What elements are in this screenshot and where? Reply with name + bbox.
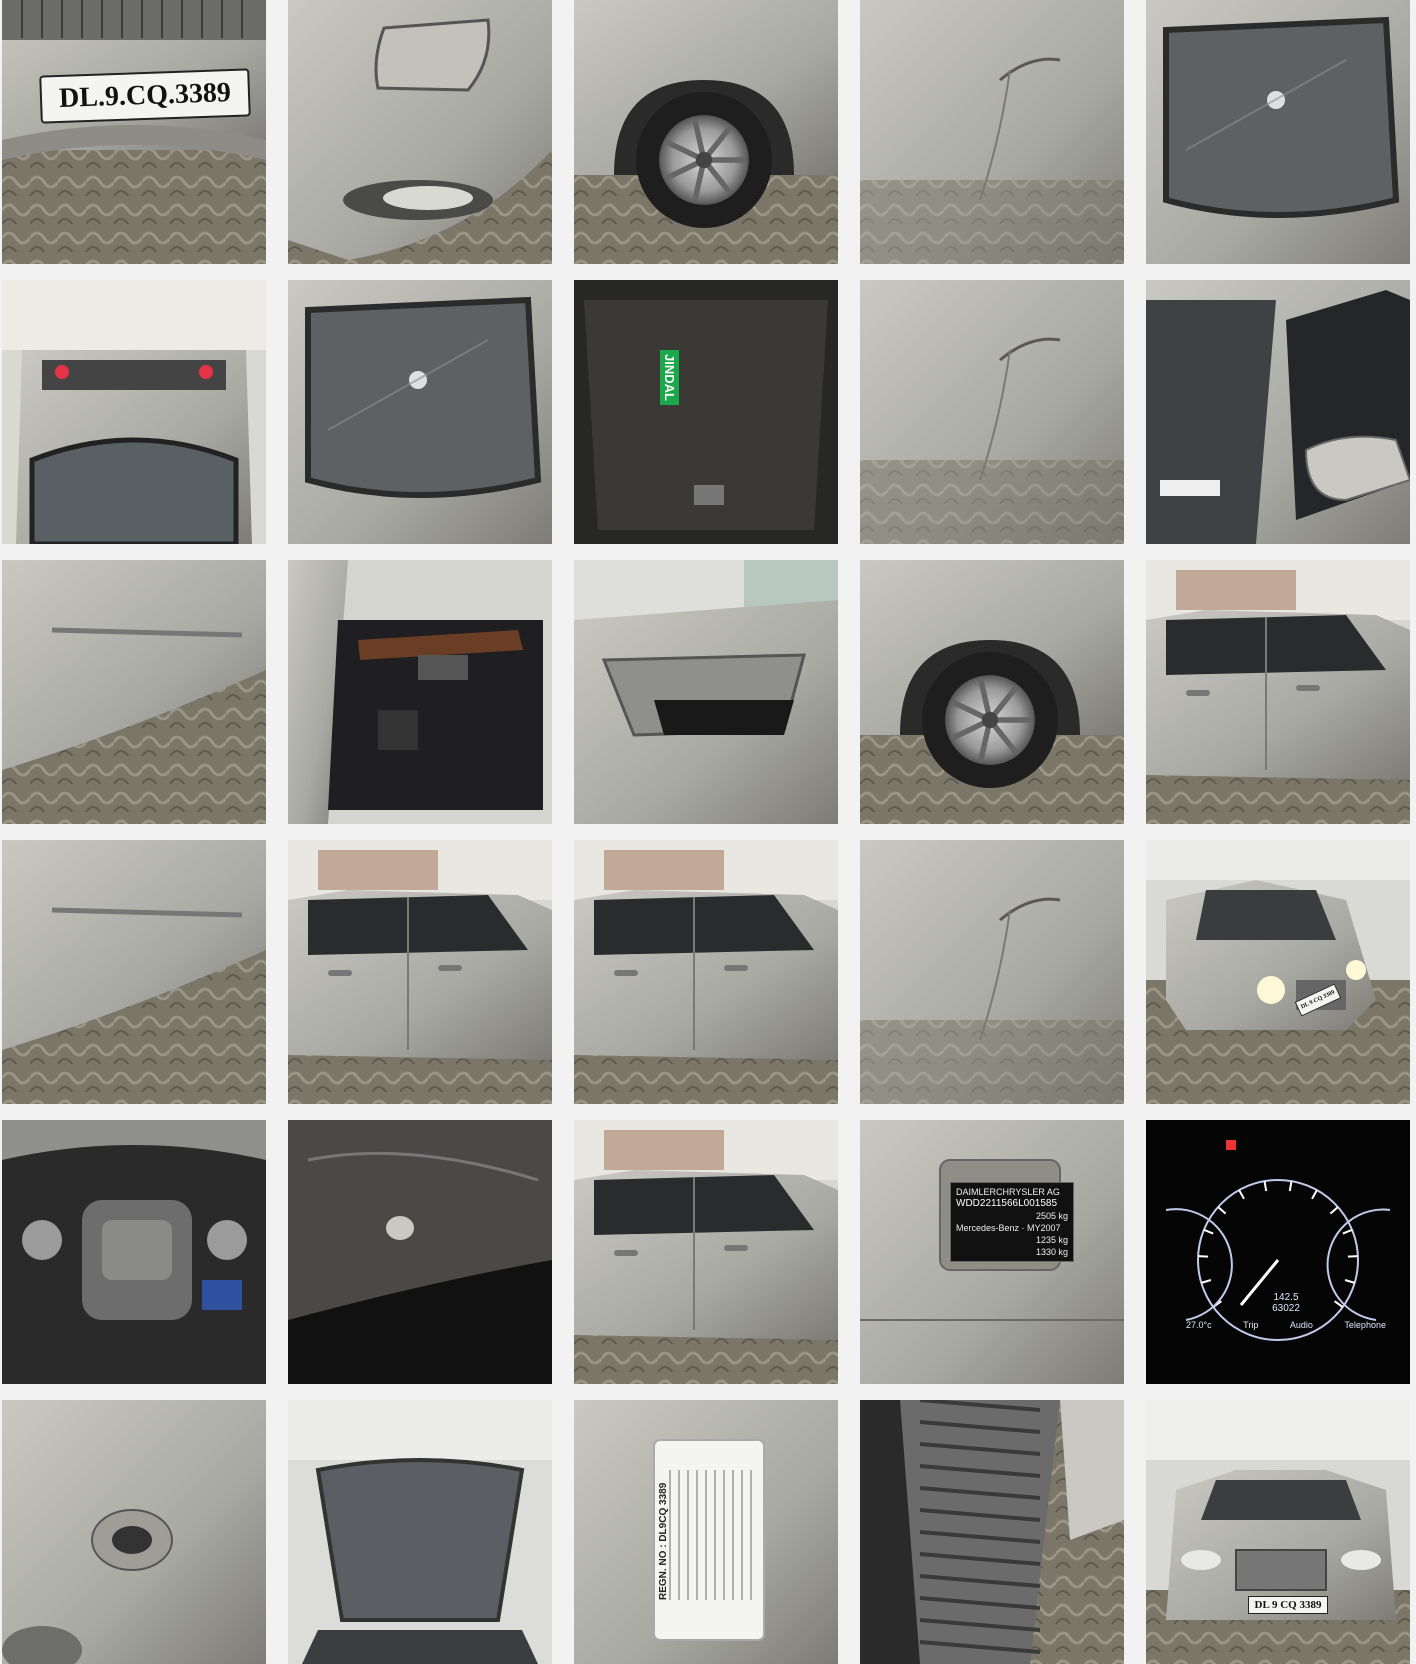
dash-tel: Telephone [1344, 1320, 1386, 1330]
vin-brand: DAIMLERCHRYSLER AG [956, 1186, 1068, 1198]
photo-thumbnail-door-scratch[interactable] [860, 0, 1124, 264]
photo-image [288, 1120, 552, 1384]
photo-thumbnail-tyre-tread[interactable] [860, 1400, 1124, 1664]
photo-image [2, 840, 266, 1104]
photo-image [2, 1120, 266, 1384]
photo-thumbnail-fuel-cap-badge[interactable] [2, 1400, 266, 1664]
vin-maker: Mercedes-Benz · MY2007 [956, 1222, 1068, 1234]
photo-thumbnail-vin-plate[interactable]: DAIMLERCHRYSLER AG WDD2211566L001585 250… [860, 1120, 1124, 1384]
dash-trip: Trip [1243, 1320, 1258, 1330]
photo-image [574, 1400, 838, 1664]
photo-gallery: DL.9.CQ.3389 [2, 0, 1410, 1664]
photo-thumbnail-underbody[interactable] [288, 1120, 552, 1384]
photo-image [288, 560, 552, 824]
photo-image [860, 0, 1124, 264]
photo-image [860, 280, 1124, 544]
photo-image [574, 840, 838, 1104]
photo-thumbnail-side-sill[interactable] [2, 560, 266, 824]
dealer-tag: JINDAL [660, 350, 679, 405]
photo-image [1146, 0, 1410, 264]
photo-image [860, 840, 1124, 1104]
vin-number: WDD2211566L001585 [956, 1198, 1068, 1210]
photo-thumbnail-door-interior-panel[interactable] [288, 560, 552, 824]
photo-thumbnail-front-plate[interactable]: DL.9.CQ.3389 [2, 0, 266, 264]
photo-thumbnail-side-doors-rear[interactable] [574, 840, 838, 1104]
photo-image [288, 0, 552, 264]
photo-thumbnail-registration-sticker[interactable]: REGN. NO : DL9CQ 3389 [574, 1400, 838, 1664]
photo-image [860, 1400, 1124, 1664]
license-plate-text: DL.9.CQ.3389 [39, 68, 251, 123]
photo-image [1146, 280, 1410, 544]
photo-image [860, 560, 1124, 824]
photo-thumbnail-trunk-open[interactable] [2, 280, 266, 544]
photo-thumbnail-front-full-view[interactable]: DL 9 CQ 3389 [1146, 1400, 1410, 1664]
vin-axle: 1235 kg1330 kg [956, 1234, 1068, 1258]
photo-thumbnail-trunk-floor[interactable]: JINDAL [574, 280, 838, 544]
photo-thumbnail-side-profile-front[interactable] [1146, 560, 1410, 824]
photo-thumbnail-side-doors-left[interactable] [288, 840, 552, 1104]
registration-text: REGN. NO : DL9CQ 3389 [658, 1483, 669, 1600]
photo-thumbnail-rear-glass[interactable] [288, 280, 552, 544]
dash-km: 142.563022 [1186, 1292, 1386, 1314]
photo-thumbnail-engine-bay[interactable] [2, 1120, 266, 1384]
dash-audio: Audio [1290, 1320, 1313, 1330]
photo-image [1146, 1120, 1410, 1384]
photo-image [2, 280, 266, 544]
photo-image [574, 1120, 838, 1384]
photo-image [2, 560, 266, 824]
vin-label: DAIMLERCHRYSLER AG WDD2211566L001585 250… [950, 1182, 1074, 1262]
photo-thumbnail-front-bumper-left[interactable] [288, 0, 552, 264]
photo-image [1146, 1400, 1410, 1664]
photo-image [574, 0, 838, 264]
photo-image [2, 0, 266, 264]
photo-thumbnail-front-wheel-fender[interactable] [574, 0, 838, 264]
photo-image [288, 840, 552, 1104]
photo-thumbnail-rear-quarter-scratch[interactable] [860, 280, 1124, 544]
dash-temp: 27.0°c [1186, 1320, 1212, 1330]
photo-thumbnail-hood-open[interactable] [288, 1400, 552, 1664]
photo-thumbnail-wheel-arch-detail[interactable] [860, 840, 1124, 1104]
photo-thumbnail-windshield[interactable] [1146, 0, 1410, 264]
vin-weight: 2505 kg [956, 1210, 1068, 1222]
photo-thumbnail-front-lights-on[interactable]: DL 9 CQ 3389 [1146, 840, 1410, 1104]
dash-readout: 142.563022 27.0°c Trip Audio Telephone [1186, 1292, 1386, 1330]
photo-thumbnail-instrument-cluster[interactable]: 142.563022 27.0°c Trip Audio Telephone [1146, 1120, 1410, 1384]
photo-thumbnail-side-sill-rear[interactable] [2, 840, 266, 1104]
photo-image [288, 280, 552, 544]
photo-image [1146, 840, 1410, 1104]
photo-image [2, 1400, 266, 1664]
photo-thumbnail-side-mirror-window[interactable] [1146, 280, 1410, 544]
photo-thumbnail-sunroof[interactable] [574, 560, 838, 824]
photo-thumbnail-front-wheel-right[interactable] [860, 560, 1124, 824]
photo-thumbnail-rear-side-profile[interactable] [574, 1120, 838, 1384]
license-plate-front-full: DL 9 CQ 3389 [1248, 1596, 1328, 1614]
photo-image [288, 1400, 552, 1664]
photo-image [1146, 560, 1410, 824]
photo-image [574, 280, 838, 544]
photo-image [574, 560, 838, 824]
